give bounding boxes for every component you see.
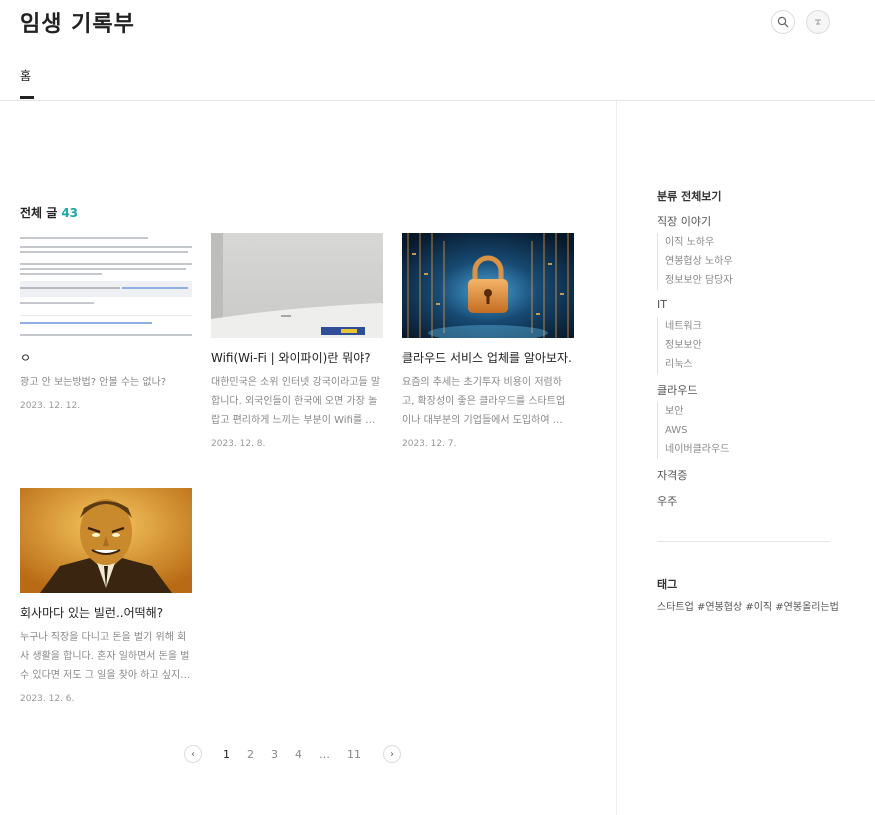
- subcategory-item[interactable]: 네이버클라우드: [665, 440, 729, 459]
- post-title[interactable]: 클라우드 서비스 업체를 알아보자.: [402, 350, 574, 366]
- pagination-page[interactable]: 3: [271, 748, 278, 761]
- post-card[interactable]: 클라우드 서비스 업체를 알아보자. 요즘의 추세는 초기투자 비용이 저렴하고…: [402, 233, 574, 449]
- profile-icon: [815, 19, 821, 25]
- subcategory-list: 보안 AWS 네이버클라우드: [657, 402, 729, 459]
- pagination-page[interactable]: 2: [247, 748, 254, 761]
- category-all-link[interactable]: 분류 전체보기: [657, 188, 722, 204]
- post-thumbnail[interactable]: [20, 488, 192, 593]
- post-excerpt[interactable]: 요즘의 추세는 초기투자 비용이 저렴하고, 확장성이 좋은 클라우드를 스타트…: [402, 373, 574, 430]
- tag-list[interactable]: 스타트업 #연봉협상 #이직 #연봉올리는법: [657, 598, 839, 613]
- post-date: 2023. 12. 8.: [211, 439, 266, 449]
- header-divider: [0, 100, 875, 101]
- section-title: 전체 글 43: [20, 204, 78, 221]
- section-label: 전체 글: [20, 206, 58, 220]
- post-excerpt[interactable]: 대한민국은 소위 인터넷 강국이라고들 말합니다. 외국인들이 한국에 오면 가…: [211, 373, 383, 430]
- subcategory-item[interactable]: 정보보안 담당자: [665, 271, 733, 290]
- subcategory-item[interactable]: 연봉협상 노하우: [665, 252, 733, 271]
- pagination-ellipsis: …: [319, 747, 330, 761]
- subcategory-item[interactable]: 리눅스: [665, 355, 702, 374]
- category-item[interactable]: 직장 이야기: [657, 213, 711, 229]
- post-title[interactable]: Wifi(Wi-Fi | 와이파이)란 뭐야?: [211, 350, 383, 366]
- nav-active-indicator: [20, 96, 34, 99]
- sidebar-divider: [616, 101, 617, 815]
- pagination-next-button[interactable]: ›: [383, 745, 401, 763]
- search-icon: [777, 16, 789, 28]
- cloud-security-lock-image: [402, 233, 574, 338]
- subcategory-item[interactable]: 보안: [665, 402, 729, 421]
- subcategory-list: 네트워크 정보보안 리눅스: [657, 317, 702, 374]
- subcategory-item[interactable]: 정보보안: [665, 336, 702, 355]
- post-card[interactable]: Wifi(Wi-Fi | 와이파이)란 뭐야? 대한민국은 소위 인터넷 강국이…: [211, 233, 383, 449]
- post-date: 2023. 12. 7.: [402, 439, 457, 449]
- pagination-page[interactable]: 1: [223, 748, 230, 761]
- post-thumbnail[interactable]: [20, 233, 192, 338]
- post-title[interactable]: 회사마다 있는 빌런..어떡해?: [20, 605, 192, 621]
- subcategory-item[interactable]: 이직 노하우: [665, 233, 733, 252]
- pagination: ‹ 1 2 3 4 … 11 ›: [184, 745, 401, 763]
- pagination-page[interactable]: 11: [347, 748, 361, 761]
- category-item[interactable]: 클라우드: [657, 382, 697, 398]
- post-title[interactable]: ㅇ: [20, 350, 192, 366]
- subcategory-list: 이직 노하우 연봉협상 노하우 정보보안 담당자: [657, 233, 733, 290]
- site-title[interactable]: 임생 기록부: [20, 6, 135, 38]
- category-item[interactable]: IT: [657, 298, 667, 311]
- post-card[interactable]: 회사마다 있는 빌런..어떡해? 누구나 직장을 다니고 돈을 벌기 위해 회사…: [20, 488, 192, 704]
- post-date: 2023. 12. 6.: [20, 694, 75, 704]
- tags-title: 태그: [657, 578, 678, 591]
- post-count: 43: [61, 206, 79, 220]
- pagination-prev-button[interactable]: ‹: [184, 745, 202, 763]
- category-item[interactable]: 자격증: [657, 467, 687, 483]
- post-card[interactable]: ㅇ 광고 안 보는방법? 안볼 수는 없나? 2023. 12. 12.: [20, 233, 192, 411]
- subcategory-item[interactable]: AWS: [665, 421, 729, 440]
- post-excerpt[interactable]: 누구나 직장을 다니고 돈을 벌기 위해 회사 생활을 합니다. 혼자 일하면서…: [20, 628, 192, 685]
- document-screenshot-image: [20, 235, 192, 338]
- post-date: 2023. 12. 12.: [20, 401, 81, 411]
- wifi-router-image: [211, 233, 383, 338]
- chevron-right-icon: ›: [390, 748, 394, 760]
- chevron-left-icon: ‹: [191, 748, 195, 760]
- sidebar-separator: [657, 541, 830, 542]
- category-item[interactable]: 우주: [657, 493, 677, 509]
- subcategory-item[interactable]: 네트워크: [665, 317, 702, 336]
- post-thumbnail[interactable]: [211, 233, 383, 338]
- post-excerpt[interactable]: 광고 안 보는방법? 안볼 수는 없나?: [20, 373, 192, 392]
- profile-button[interactable]: [806, 10, 830, 34]
- nav-home[interactable]: 홈: [20, 67, 31, 84]
- pagination-page[interactable]: 4: [295, 748, 302, 761]
- villain-illustration-image: [20, 488, 192, 593]
- post-thumbnail[interactable]: [402, 233, 574, 338]
- search-button[interactable]: [771, 10, 795, 34]
